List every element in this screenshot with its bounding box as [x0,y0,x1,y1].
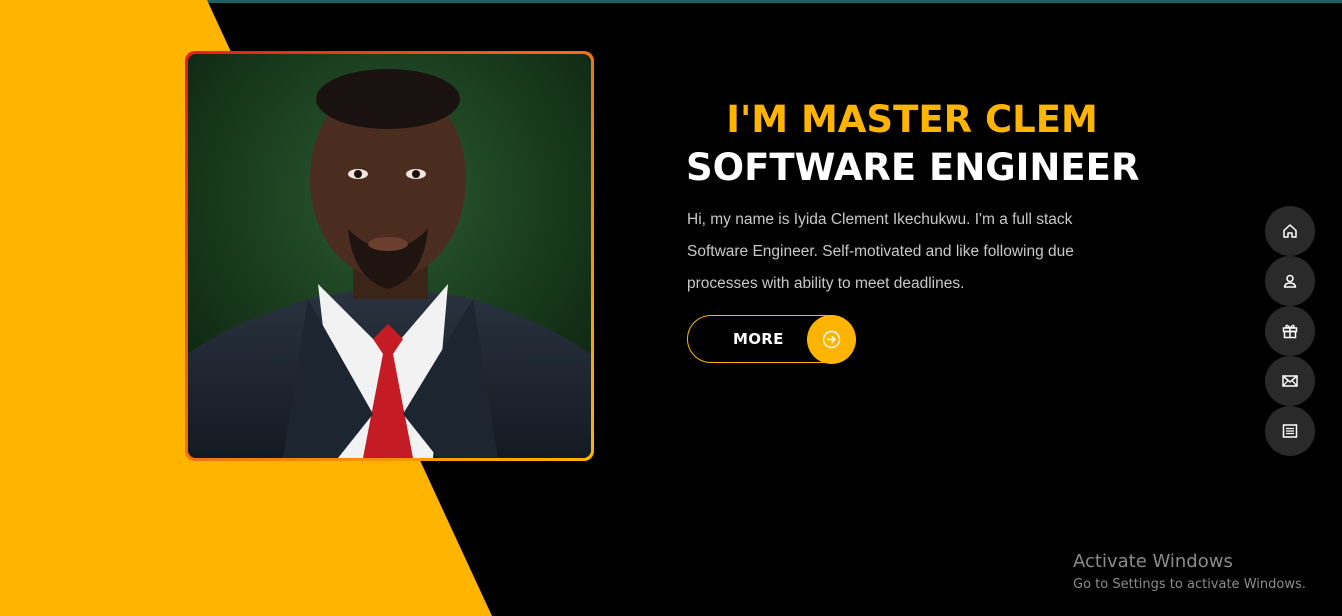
more-button-label: MORE [733,330,784,348]
newspaper-icon [1282,424,1298,438]
nav-home-button[interactable] [1265,206,1315,256]
nav-blog-button[interactable] [1265,406,1315,456]
profile-photo [188,54,591,458]
portrait-illustration [188,54,591,458]
bio-text: Hi, my name is Iyida Clement Ikechukwu. … [687,211,1074,292]
role-heading: SOFTWARE ENGINEER [686,146,1140,189]
nav-contact-button[interactable] [1265,356,1315,406]
greeting-heading: I'M MASTER CLEM [726,98,1098,141]
nav-about-button[interactable] [1265,256,1315,306]
side-navigation [1265,206,1315,456]
watermark-subtitle: Go to Settings to activate Windows. [1073,577,1306,592]
more-button[interactable]: MORE [687,315,856,364]
windows-activation-watermark: Activate Windows Go to Settings to activ… [1073,551,1306,596]
page: I'M MASTER CLEM SOFTWARE ENGINEER Hi, my… [0,0,1342,616]
nav-portfolio-button[interactable] [1265,306,1315,356]
home-icon [1283,224,1297,238]
mail-icon [1282,375,1298,387]
watermark-title: Activate Windows [1073,551,1233,572]
arrow-right-circle-icon [807,315,856,364]
user-icon [1283,274,1297,288]
profile-photo-frame [185,51,594,461]
gift-icon [1282,324,1298,339]
